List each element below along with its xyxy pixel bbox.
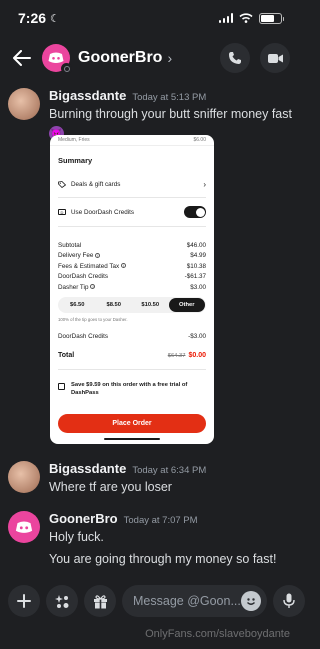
order-item-price: $6.00 — [193, 137, 206, 143]
message-author[interactable]: Bigassdante — [49, 461, 126, 476]
place-order-button: Place Order — [58, 413, 206, 433]
status-bar: 7:26 ☾ — [0, 0, 300, 36]
total-row: Total $64.37 $0.00 — [58, 349, 206, 361]
chat-title[interactable]: GoonerBro — [78, 49, 162, 67]
dashpass-offer: Save $9.59 on this order with a free tri… — [58, 382, 206, 398]
price-line-value: $46.00 — [186, 241, 206, 249]
deals-label: Deals & gift cards — [71, 180, 121, 188]
price-line-value: $4.99 — [190, 252, 206, 260]
offline-status-icon — [61, 63, 72, 74]
credits-toggle-row: D Use DoorDash Credits — [58, 206, 206, 218]
order-item-description: Medium, Fries — [58, 137, 90, 143]
discord-logo-icon — [48, 52, 64, 63]
credits-toggle — [184, 206, 206, 218]
tip-selector: $6.50 $8.50 $10.50 Other — [58, 296, 206, 313]
price-line: Fees & Estimated Tax i $10.38 — [58, 261, 206, 272]
header-avatar[interactable] — [42, 44, 72, 74]
message-author[interactable]: Bigassdante — [49, 88, 126, 103]
back-arrow-icon[interactable] — [10, 46, 34, 70]
message-timestamp: Today at 7:07 PM — [123, 515, 198, 526]
price-line-value: $3.00 — [190, 283, 206, 291]
message-text: Holy fuck. — [49, 530, 104, 544]
chevron-right-icon[interactable]: › — [167, 50, 172, 66]
discord-logo-icon — [15, 521, 33, 533]
wifi-icon — [239, 13, 253, 23]
emoji-icon[interactable] — [240, 591, 261, 611]
home-indicator — [104, 437, 160, 440]
message-input-placeholder: Message @Goon... — [133, 594, 241, 608]
total-original: $64.37 — [167, 352, 186, 359]
price-line: Delivery Fee i $4.99 — [58, 251, 206, 262]
price-line-label: Subtotal — [58, 241, 82, 249]
price-line-label: DoorDash Credits — [58, 273, 109, 281]
moon-icon: ☾ — [50, 12, 60, 25]
info-icon: i — [95, 252, 101, 258]
price-line: Dasher Tip i $3.00 — [58, 282, 206, 293]
tip-option: $10.50 — [141, 301, 160, 308]
message-input[interactable]: Message @Goon... — [122, 585, 267, 617]
image-attachment[interactable]: Medium, Fries $6.00 Summary Deals & gift… — [50, 135, 214, 444]
price-line-label: Delivery Fee — [58, 252, 94, 260]
call-icon[interactable] — [220, 43, 250, 73]
doordash-logo-icon: D — [58, 209, 66, 215]
message[interactable]: GoonerBro Today at 7:07 PM Holy fuck. Yo… — [8, 511, 292, 568]
price-line-label: Fees & Estimated Tax — [58, 262, 120, 270]
total-value: $0.00 — [188, 351, 206, 359]
price-line-value: -$61.37 — [184, 273, 206, 281]
message-author[interactable]: GoonerBro — [49, 511, 118, 526]
message-composer: Message @Goon... — [0, 584, 305, 618]
total-label: Total — [58, 351, 75, 359]
avatar[interactable] — [8, 461, 40, 493]
message[interactable]: Bigassdante Today at 6:34 PM Where tf ar… — [8, 461, 292, 496]
price-line: Subtotal $46.00 — [58, 240, 206, 251]
deals-row: Deals & gift cards › — [58, 179, 206, 189]
plus-icon[interactable] — [8, 585, 40, 617]
credits-after-row: DoorDash Credits -$3.00 — [58, 332, 206, 343]
avatar[interactable] — [8, 511, 40, 543]
microphone-icon[interactable] — [272, 585, 305, 617]
status-time: 7:26 — [18, 10, 47, 26]
price-line-label: Dasher Tip — [58, 283, 89, 291]
gift-icon[interactable] — [84, 585, 116, 617]
credits-after-label: DoorDash Credits — [58, 333, 109, 341]
price-line: DoorDash Credits -$61.37 — [58, 272, 206, 283]
tag-icon — [58, 180, 66, 188]
info-icon: i — [121, 263, 127, 269]
summary-title: Summary — [58, 156, 93, 165]
dashpass-text: Save $9.59 on this order with a free tri… — [71, 382, 188, 396]
tip-note: 100% of the tip goes to your Dasher. — [58, 316, 128, 322]
tip-option-selected: Other — [168, 297, 205, 312]
info-icon: i — [90, 284, 96, 290]
price-lines: Subtotal $46.00 Delivery Fee i $4.99 Fees… — [58, 240, 206, 293]
message-text: You are going through my money so fast! — [49, 551, 277, 566]
tip-option: $6.50 — [69, 301, 85, 308]
chat-header: GoonerBro › — [0, 38, 300, 78]
chevron-right-icon: › — [203, 179, 206, 189]
apps-icon[interactable] — [46, 585, 78, 617]
watermark: OnlyFans.com/slaveboydante — [145, 628, 290, 640]
battery-icon — [259, 12, 284, 24]
avatar[interactable] — [8, 88, 40, 120]
credits-toggle-label: Use DoorDash Credits — [71, 208, 134, 216]
signal-icon — [218, 13, 233, 23]
price-line-value: $10.38 — [186, 262, 206, 270]
message-timestamp: Today at 5:13 PM — [132, 92, 207, 103]
video-icon[interactable] — [260, 43, 290, 73]
message-text: Burning through your butt sniffer money … — [49, 107, 292, 121]
message[interactable]: Bigassdante Today at 5:13 PM Burning thr… — [8, 88, 292, 141]
tip-option: $8.50 — [106, 301, 121, 308]
message-timestamp: Today at 6:34 PM — [132, 465, 207, 476]
message-text: Where tf are you loser — [49, 480, 172, 494]
dashpass-checkbox — [58, 383, 65, 390]
credits-after-value: -$3.00 — [188, 333, 206, 341]
